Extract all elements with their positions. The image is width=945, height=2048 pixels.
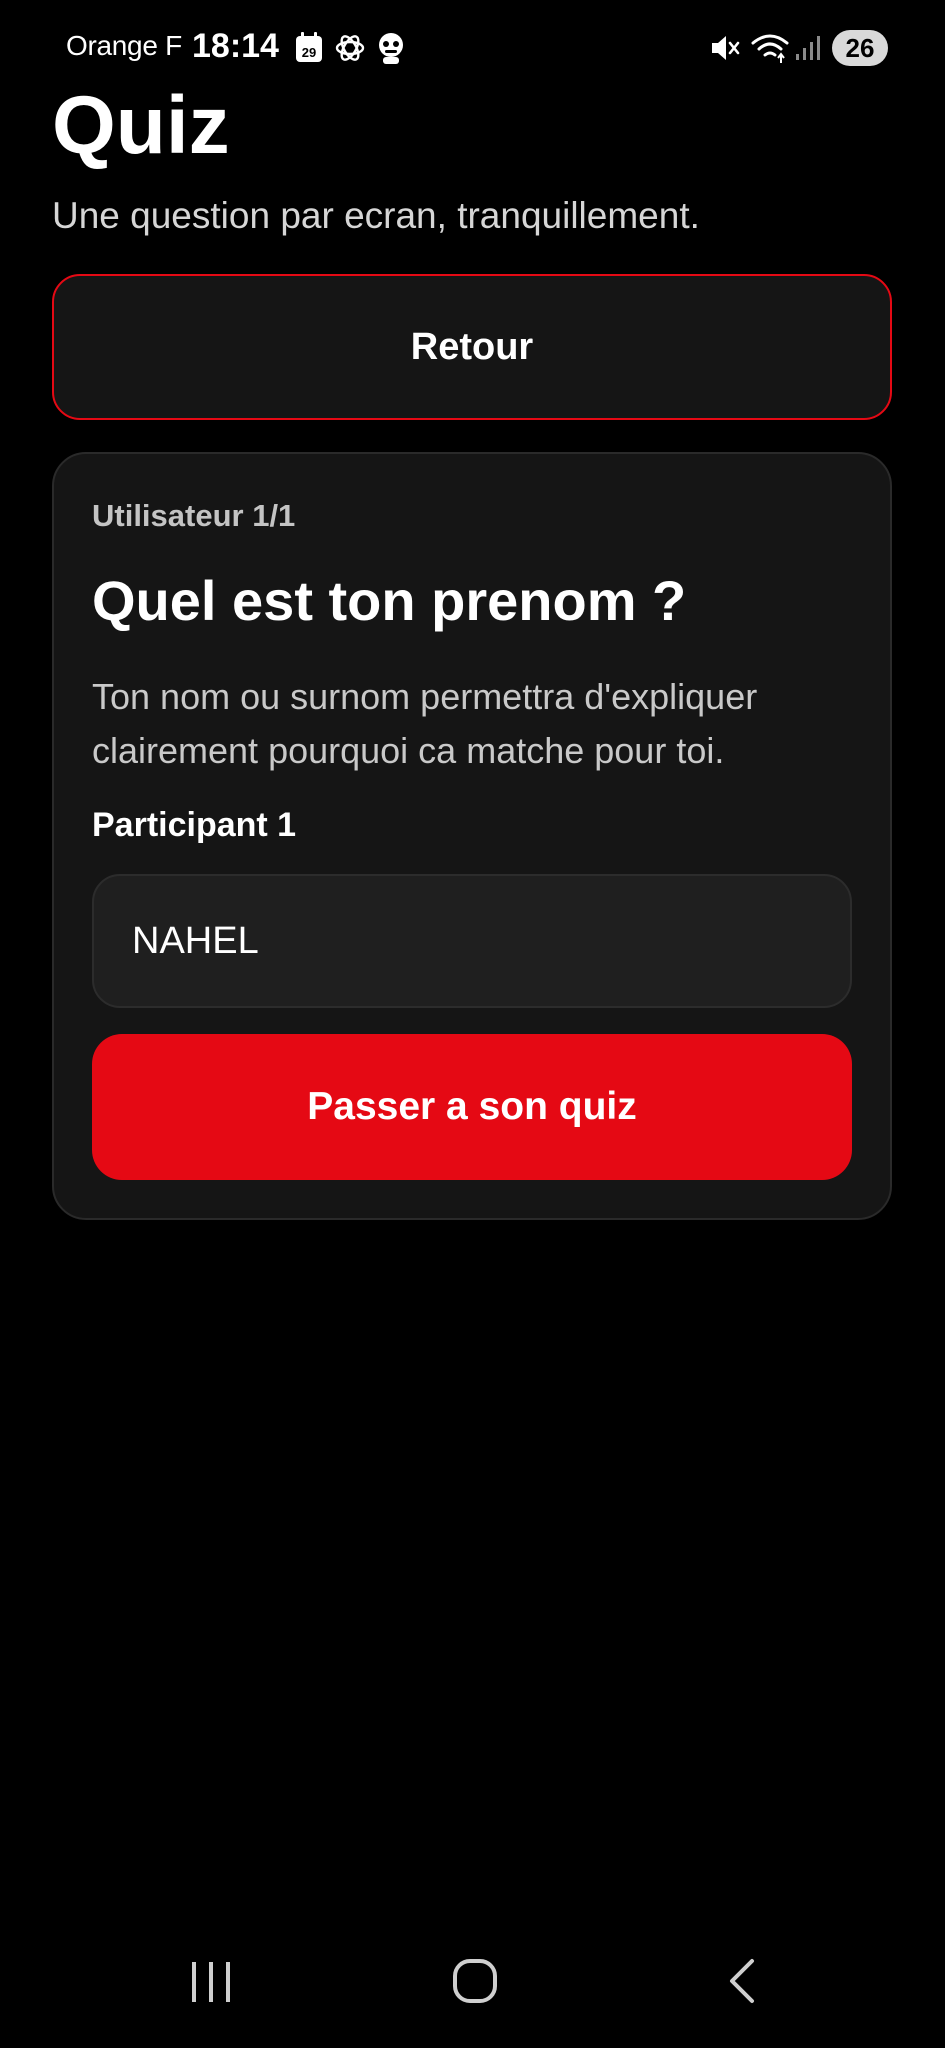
openai-icon: [335, 35, 365, 61]
recent-apps-icon: [192, 1962, 230, 2002]
back-icon: [730, 1959, 754, 2003]
bot-face-icon: [379, 33, 403, 64]
question-description: Ton nom ou surnom permettra d'expliquer …: [92, 676, 758, 771]
signal-icon: [796, 36, 820, 60]
back-button[interactable]: Retour: [52, 274, 892, 420]
page-subtitle: Une question par ecran, tranquillement.: [52, 195, 700, 236]
carrier-name: Orange F: [66, 30, 182, 61]
start-quiz-button[interactable]: Passer a son quiz: [92, 1034, 852, 1180]
calendar-icon: 29: [296, 32, 322, 62]
participant-name-input[interactable]: [92, 874, 852, 1008]
mute-icon: [712, 36, 740, 60]
system-nav-bar: [0, 1940, 945, 2020]
user-step-label: Utilisateur 1/1: [92, 498, 296, 533]
question-card: Utilisateur 1/1 Quel est ton prenom ? To…: [52, 452, 892, 1220]
page-title: Quiz: [52, 80, 230, 171]
system-back-button[interactable]: [696, 1940, 786, 2020]
recent-apps-button[interactable]: [166, 1940, 256, 2020]
participant-label: Participant 1: [92, 806, 297, 844]
status-clock: 18:14: [192, 27, 279, 65]
home-icon: [453, 1959, 497, 2003]
home-button[interactable]: [430, 1940, 520, 2020]
battery-indicator: 26: [832, 30, 888, 66]
question-title: Quel est ton prenom ?: [92, 569, 687, 632]
calendar-day: 29: [302, 45, 316, 60]
wifi-icon: [751, 34, 789, 63]
